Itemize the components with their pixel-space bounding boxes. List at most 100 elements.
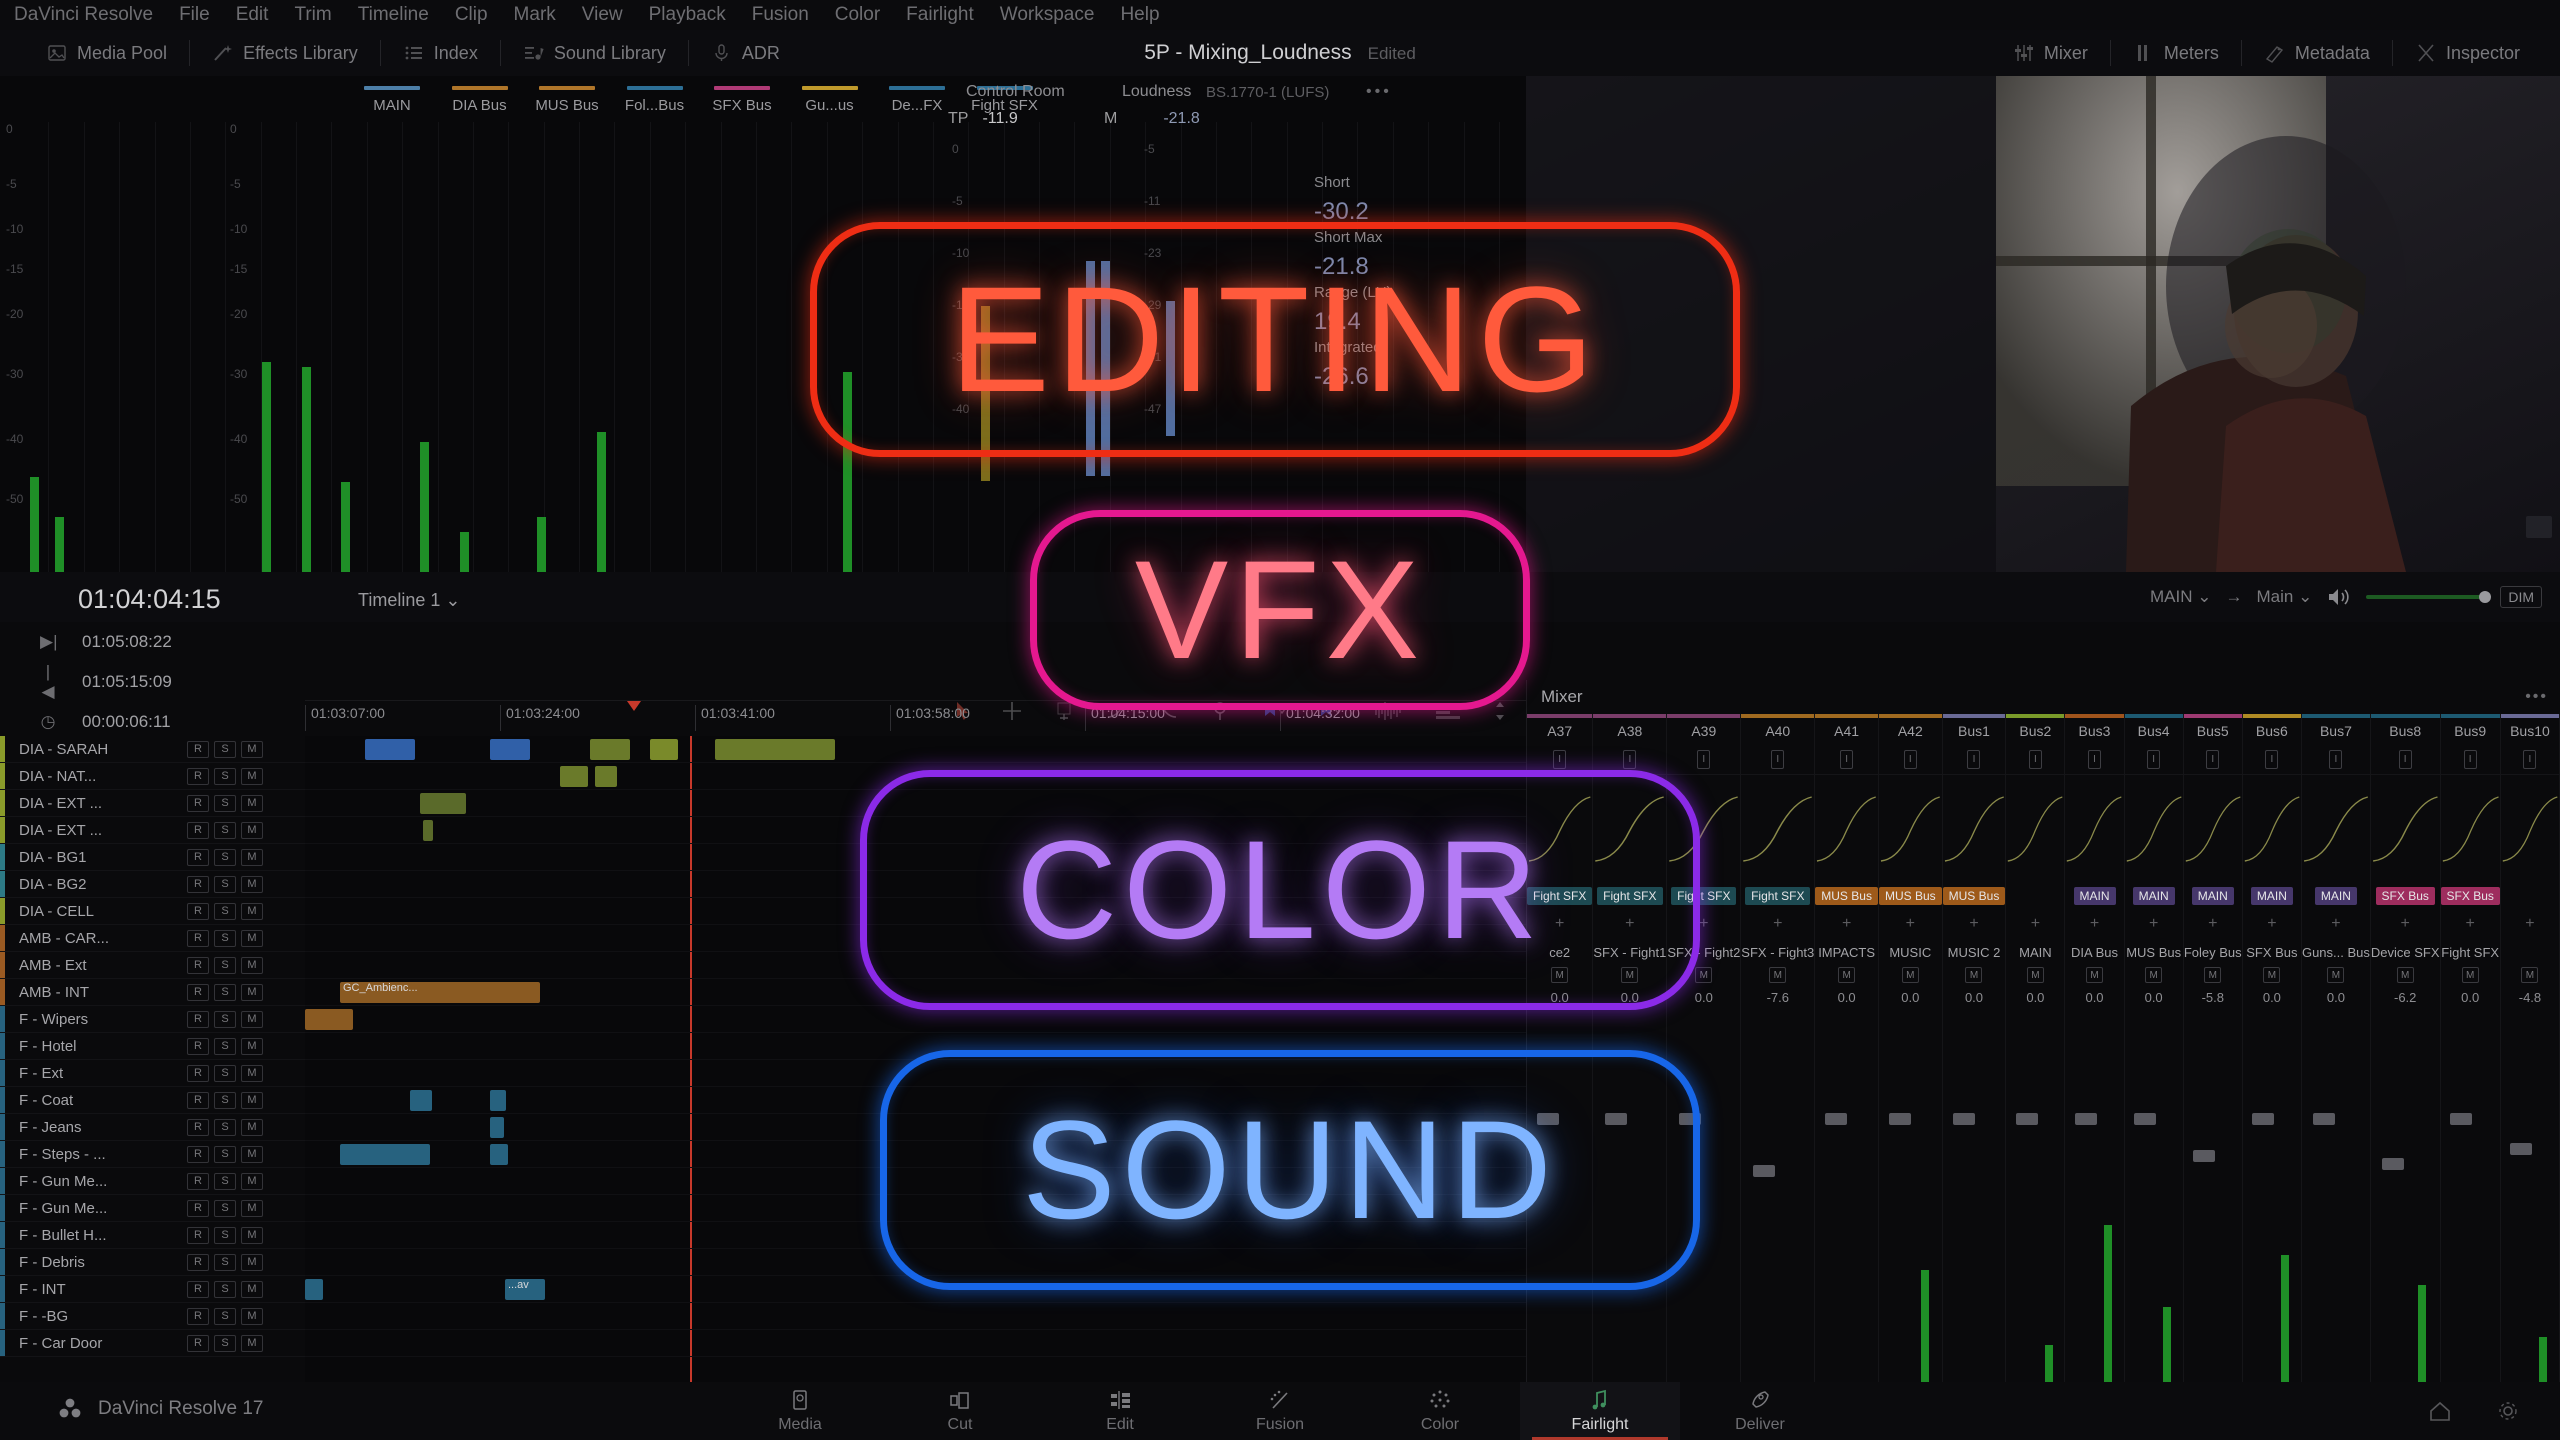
track-button-s[interactable]: S (214, 1307, 236, 1325)
track-button-m[interactable]: M (241, 821, 263, 839)
fader-knob[interactable] (2381, 1157, 2404, 1170)
strip-output-assign[interactable] (2006, 884, 2064, 908)
track-button-r[interactable]: R (187, 767, 209, 785)
track-button-m[interactable]: M (241, 1280, 263, 1298)
track-button-m[interactable]: M (241, 902, 263, 920)
mixer-strip-Bus8[interactable]: Bus8 I SFX Bus + Device SFX M -6.2 (2370, 714, 2441, 1382)
timeline-clip[interactable] (365, 739, 415, 760)
track-header-row[interactable]: F - Jeans R S M (0, 1114, 305, 1141)
timeline-clip[interactable] (490, 1144, 508, 1165)
output-source-select[interactable]: MAIN ⌄ (2150, 587, 2211, 607)
fader-knob[interactable] (1952, 1112, 1975, 1125)
track-button-r[interactable]: R (187, 794, 209, 812)
mixer-strip-Bus5[interactable]: Bus5 I MAIN + Foley Bus M -5.8 (2183, 714, 2243, 1382)
strip-fader[interactable] (2006, 1008, 2064, 1382)
timeline-clip[interactable] (650, 739, 678, 760)
track-button-r[interactable]: R (187, 848, 209, 866)
strip-insert-slot[interactable]: I (1943, 744, 2006, 774)
strip-insert-slot[interactable]: I (2441, 744, 2500, 774)
strip-output-assign[interactable]: MAIN (2243, 884, 2301, 908)
mixer-menu-icon[interactable]: ••• (2525, 688, 2548, 706)
track-button-m[interactable]: M (241, 794, 263, 812)
strip-fader[interactable] (1879, 1008, 1942, 1382)
strip-fader[interactable] (2371, 1008, 2440, 1382)
timeline-clip[interactable] (305, 1009, 353, 1030)
track-button-r[interactable]: R (187, 1091, 209, 1109)
track-button-r[interactable]: R (187, 1118, 209, 1136)
mixer-strip-A42[interactable]: A42 I MUS Bus + MUSIC M 0.0 (1878, 714, 1943, 1382)
track-button-s[interactable]: S (214, 1280, 236, 1298)
strip-mute-button[interactable]: M (2026, 967, 2044, 983)
track-button-s[interactable]: S (214, 740, 236, 758)
fader-knob[interactable] (2312, 1112, 2335, 1125)
fader-knob[interactable] (2193, 1150, 2215, 1163)
track-button-s[interactable]: S (214, 875, 236, 893)
menu-item-color[interactable]: Color (835, 4, 880, 26)
track-header-row[interactable]: AMB - INT R S M (0, 979, 305, 1006)
strip-fader[interactable] (2302, 1008, 2370, 1382)
track-button-m[interactable]: M (241, 1334, 263, 1352)
toolbar-button-effects-library[interactable]: Effects Library (190, 38, 380, 68)
strip-fader[interactable] (1815, 1008, 1878, 1382)
toolbar-button-index[interactable]: Index (381, 38, 500, 68)
timeline-clip[interactable]: GC_Ambienc... (340, 982, 540, 1003)
strip-insert-slot[interactable]: I (2371, 744, 2440, 774)
track-button-s[interactable]: S (214, 1145, 236, 1163)
strip-output-assign[interactable]: MAIN (2125, 884, 2183, 908)
track-button-r[interactable]: R (187, 1037, 209, 1055)
mixer-strip-Bus6[interactable]: Bus6 I MAIN + SFX Bus M 0.0 (2242, 714, 2302, 1382)
timeline-row[interactable] (305, 1303, 1526, 1330)
track-button-m[interactable]: M (241, 1145, 263, 1163)
track-button-s[interactable]: S (214, 1226, 236, 1244)
strip-eq-curve[interactable] (2370, 774, 2440, 884)
track-button-r[interactable]: R (187, 1172, 209, 1190)
strip-mute-row[interactable]: M (2501, 964, 2559, 986)
track-button-s[interactable]: S (214, 848, 236, 866)
strip-eq-curve[interactable] (1942, 774, 2006, 884)
track-button-r[interactable]: R (187, 1334, 209, 1352)
strip-send-add[interactable]: + (2302, 908, 2370, 940)
strip-fader[interactable] (2125, 1008, 2183, 1382)
timeline-clip[interactable]: ...av (505, 1279, 545, 1300)
page-tab-media[interactable]: Media (720, 1382, 880, 1440)
strip-send-add[interactable]: + (2184, 908, 2242, 940)
strip-mute-button[interactable]: M (1838, 967, 1856, 983)
strip-fader[interactable] (2065, 1008, 2123, 1382)
track-button-m[interactable]: M (241, 1064, 263, 1082)
strip-output-assign[interactable]: MUS Bus (1878, 884, 1942, 908)
track-button-r[interactable]: R (187, 1199, 209, 1217)
toolbar-button-mixer[interactable]: Mixer (1991, 38, 2110, 68)
toolbar-button-sound-library[interactable]: Sound Library (501, 38, 688, 68)
strip-eq-curve[interactable] (2124, 774, 2183, 884)
track-button-m[interactable]: M (241, 1226, 263, 1244)
track-header-row[interactable]: DIA - SARAH R S M (0, 736, 305, 763)
fader-knob[interactable] (2252, 1112, 2275, 1125)
strip-eq-curve[interactable] (2500, 774, 2559, 884)
toolbar-button-adr[interactable]: ADR (689, 38, 802, 68)
track-button-r[interactable]: R (187, 956, 209, 974)
fader-knob[interactable] (2510, 1142, 2533, 1155)
track-header-row[interactable]: F - Wipers R S M (0, 1006, 305, 1033)
strip-fader[interactable] (2184, 1008, 2242, 1382)
strip-send-add[interactable]: + (1879, 908, 1942, 940)
page-tab-deliver[interactable]: Deliver (1680, 1382, 1840, 1440)
track-header-row[interactable]: F - Hotel R S M (0, 1033, 305, 1060)
menu-item-fairlight[interactable]: Fairlight (906, 4, 974, 26)
strip-mute-button[interactable]: M (1695, 967, 1713, 983)
strip-eq-curve[interactable] (2065, 774, 2124, 884)
page-tab-edit[interactable]: Edit (1040, 1382, 1200, 1440)
menu-item-davinci-resolve[interactable]: DaVinci Resolve (14, 4, 153, 26)
strip-insert-slot[interactable]: I (1879, 744, 1942, 774)
output-dest-select[interactable]: Main ⌄ (2256, 587, 2312, 607)
track-header-row[interactable]: DIA - EXT ... R S M (0, 790, 305, 817)
track-button-s[interactable]: S (214, 929, 236, 947)
strip-eq-curve[interactable] (2440, 774, 2500, 884)
menu-item-trim[interactable]: Trim (294, 4, 331, 26)
strip-insert-slot[interactable]: I (2302, 744, 2370, 774)
strip-send-add[interactable]: + (2006, 908, 2064, 940)
page-tab-fusion[interactable]: Fusion (1200, 1382, 1360, 1440)
strip-mute-button[interactable]: M (1769, 967, 1787, 983)
timeline-clip[interactable] (305, 1279, 323, 1300)
menu-item-file[interactable]: File (179, 4, 210, 26)
strip-eq-curve[interactable] (2242, 774, 2301, 884)
